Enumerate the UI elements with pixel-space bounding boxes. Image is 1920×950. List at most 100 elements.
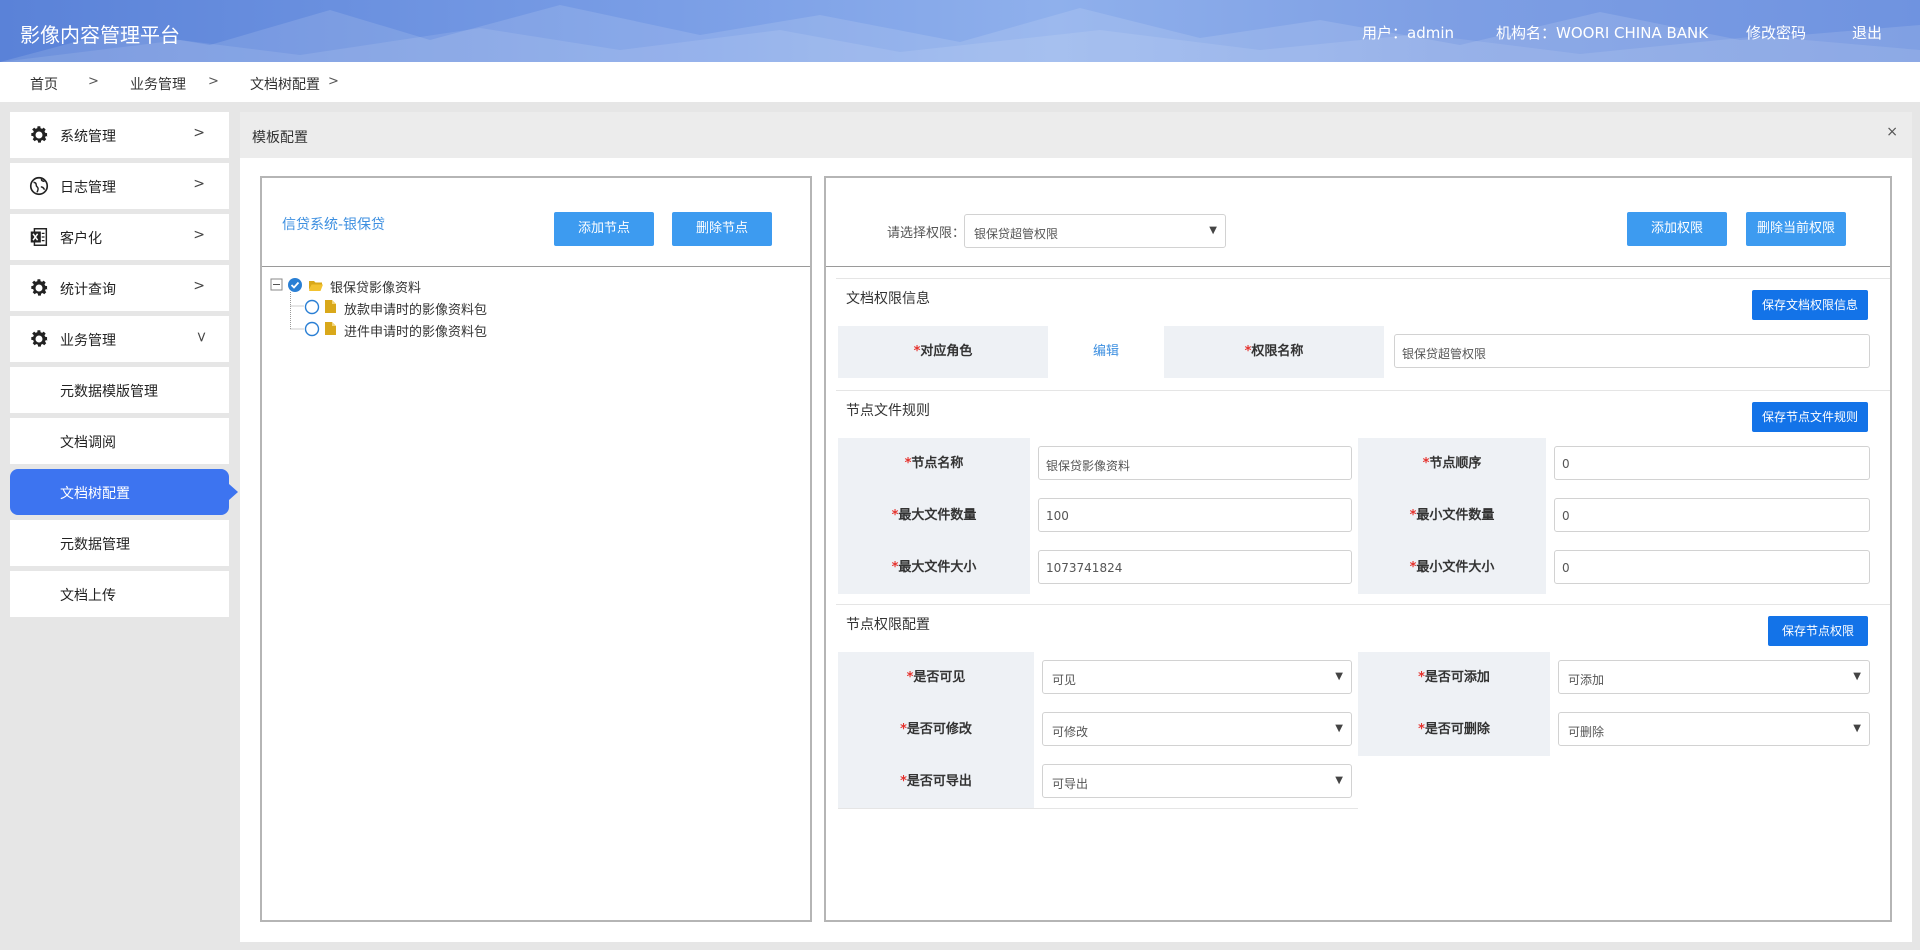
node-permission-title: 节点权限配置	[846, 617, 930, 633]
divider	[826, 266, 1890, 267]
permission-box: 请选择权限： 银保贷超管权限 ▼ 添加权限 删除当前权限 文档权限信息 保存文档…	[824, 176, 1892, 922]
sidebar-subitem-metadata-template[interactable]: 元数据模版管理	[10, 367, 229, 413]
add-permission-button[interactable]: 添加权限	[1627, 212, 1727, 246]
min-file-size-label: *最小文件大小	[1358, 542, 1546, 594]
sidebar-item-business[interactable]: 业务管理 >	[10, 316, 229, 362]
radio-circle-icon[interactable]	[304, 321, 320, 337]
active-indicator-arrow	[229, 484, 238, 500]
close-icon[interactable]: ×	[1886, 124, 1898, 140]
caret-down-icon: ▼	[1335, 723, 1343, 734]
visible-label: *是否可见	[838, 652, 1034, 704]
top-header: 影像内容管理平台 用户：admin 机构名：WOORI CHINA BANK 修…	[0, 0, 1920, 62]
breadcrumb-home[interactable]: 首页	[30, 74, 58, 94]
folder-open-icon	[309, 281, 323, 291]
chevron-down-icon: >	[193, 331, 210, 343]
role-label: *对应角色	[838, 326, 1048, 378]
node-name-input[interactable]: 银保贷影像资料	[1038, 446, 1352, 480]
breadcrumb: 首页 > 业务管理 > 文档树配置 >	[0, 62, 1920, 102]
tree-node-root[interactable]: 银保贷影像资料	[270, 276, 570, 296]
min-file-size-input[interactable]: 0	[1554, 550, 1870, 584]
role-edit-link[interactable]: 编辑	[1048, 326, 1164, 378]
required-mark: *	[900, 774, 907, 789]
sidebar-item-customization[interactable]: 客户化 >	[10, 214, 229, 260]
deletable-select[interactable]: 可删除 ▼	[1558, 712, 1870, 746]
sidebar-item-statistics[interactable]: 统计查询 >	[10, 265, 229, 311]
sidebar-subitem-document-view[interactable]: 文档调阅	[10, 418, 229, 464]
max-file-count-label: *最大文件数量	[838, 490, 1030, 542]
min-file-count-label-text: 最小文件数量	[1416, 508, 1495, 523]
breadcrumb-current: 文档树配置	[250, 77, 320, 93]
permission-name-input[interactable]: 银保贷超管权限	[1394, 334, 1870, 368]
addable-select-value: 可添加	[1568, 673, 1605, 687]
sidebar-item-system[interactable]: 系统管理 >	[10, 112, 229, 158]
radio-circle-icon[interactable]	[304, 299, 320, 315]
node-name-label-text: 节点名称	[911, 456, 964, 471]
delete-node-button[interactable]: 删除节点	[672, 212, 772, 246]
delete-permission-button[interactable]: 删除当前权限	[1746, 212, 1846, 246]
organization-name: 机构名：WOORI CHINA BANK	[1496, 24, 1709, 42]
tree-node-label: 进件申请时的影像资料包	[344, 325, 488, 340]
tree-node-child[interactable]: 放款申请时的影像资料包	[304, 298, 604, 318]
caret-down-icon: ▼	[1335, 671, 1343, 682]
sidebar-item-label: 日志管理	[60, 180, 116, 196]
app-title: 影像内容管理平台	[20, 23, 180, 47]
permission-select[interactable]: 银保贷超管权限 ▼	[964, 214, 1226, 248]
min-file-count-label: *最小文件数量	[1358, 490, 1546, 542]
node-order-label: *节点顺序	[1358, 438, 1546, 490]
chevron-right-icon: >	[193, 176, 205, 192]
chevron-right-icon: >	[208, 74, 219, 89]
editable-label-text: 是否可修改	[906, 722, 972, 737]
checked-circle-icon[interactable]	[287, 277, 303, 293]
logout-link[interactable]: 退出	[1852, 22, 1882, 43]
editable-select[interactable]: 可修改 ▼	[1042, 712, 1352, 746]
save-node-permission-button[interactable]: 保存节点权限	[1768, 616, 1868, 646]
sidebar-subitem-label: 文档调阅	[60, 435, 116, 451]
exportable-label-text: 是否可导出	[906, 774, 972, 789]
file-icon	[325, 300, 336, 313]
sidebar-subitem-document-upload[interactable]: 文档上传	[10, 571, 229, 617]
permission-select-label: 请选择权限：	[887, 226, 966, 241]
sidebar-subitem-doc-tree-config[interactable]: 文档树配置	[10, 469, 238, 515]
tree-node-label: 放款申请时的影像资料包	[344, 303, 488, 318]
max-file-size-label: *最大文件大小	[838, 542, 1030, 594]
tree-node-child[interactable]: 进件申请时的影像资料包	[304, 320, 604, 340]
sidebar-subitem-metadata-manage[interactable]: 元数据管理	[10, 520, 229, 566]
editable-label: *是否可修改	[838, 704, 1034, 756]
max-file-size-input[interactable]: 1073741824	[1038, 550, 1352, 584]
excel-icon	[30, 228, 48, 246]
exportable-select[interactable]: 可导出 ▼	[1042, 764, 1352, 798]
required-mark: *	[1418, 670, 1425, 685]
save-node-rule-button[interactable]: 保存节点文件规则	[1752, 402, 1868, 432]
caret-down-icon: ▼	[1853, 723, 1861, 734]
max-file-count-input[interactable]: 100	[1038, 498, 1352, 532]
caret-down-icon: ▼	[1853, 671, 1861, 682]
sidebar-subitem-label: 文档上传	[60, 588, 116, 604]
sidebar-subitem-label: 文档树配置	[60, 486, 130, 502]
required-mark: *	[1418, 722, 1425, 737]
collapse-icon[interactable]	[270, 278, 284, 292]
save-doc-permission-button[interactable]: 保存文档权限信息	[1752, 290, 1868, 320]
addable-label-text: 是否可添加	[1424, 670, 1490, 685]
permission-name-label: *权限名称	[1164, 326, 1384, 378]
sidebar-item-label: 客户化	[60, 231, 102, 247]
caret-down-icon: ▼	[1335, 775, 1343, 786]
exportable-label: *是否可导出	[838, 756, 1034, 808]
section-border	[836, 278, 1890, 279]
addable-label: *是否可添加	[1358, 652, 1550, 704]
breadcrumb-business[interactable]: 业务管理	[130, 74, 186, 94]
permission-name-label-text: 权限名称	[1251, 344, 1304, 359]
change-password-link[interactable]: 修改密码	[1746, 22, 1806, 43]
max-file-size-label-text: 最大文件大小	[898, 560, 977, 575]
sidebar-item-logs[interactable]: 日志管理 >	[10, 163, 229, 209]
deletable-label: *是否可删除	[1358, 704, 1550, 756]
addable-select[interactable]: 可添加 ▼	[1558, 660, 1870, 694]
visible-select[interactable]: 可见 ▼	[1042, 660, 1352, 694]
visible-label-text: 是否可见	[913, 670, 966, 685]
node-order-input[interactable]: 0	[1554, 446, 1870, 480]
visible-select-value: 可见	[1052, 673, 1077, 687]
chevron-right-icon: >	[193, 278, 205, 294]
max-file-count-label-text: 最大文件数量	[898, 508, 977, 523]
add-node-button[interactable]: 添加节点	[554, 212, 654, 246]
deletable-select-value: 可删除	[1568, 725, 1605, 739]
min-file-count-input[interactable]: 0	[1554, 498, 1870, 532]
